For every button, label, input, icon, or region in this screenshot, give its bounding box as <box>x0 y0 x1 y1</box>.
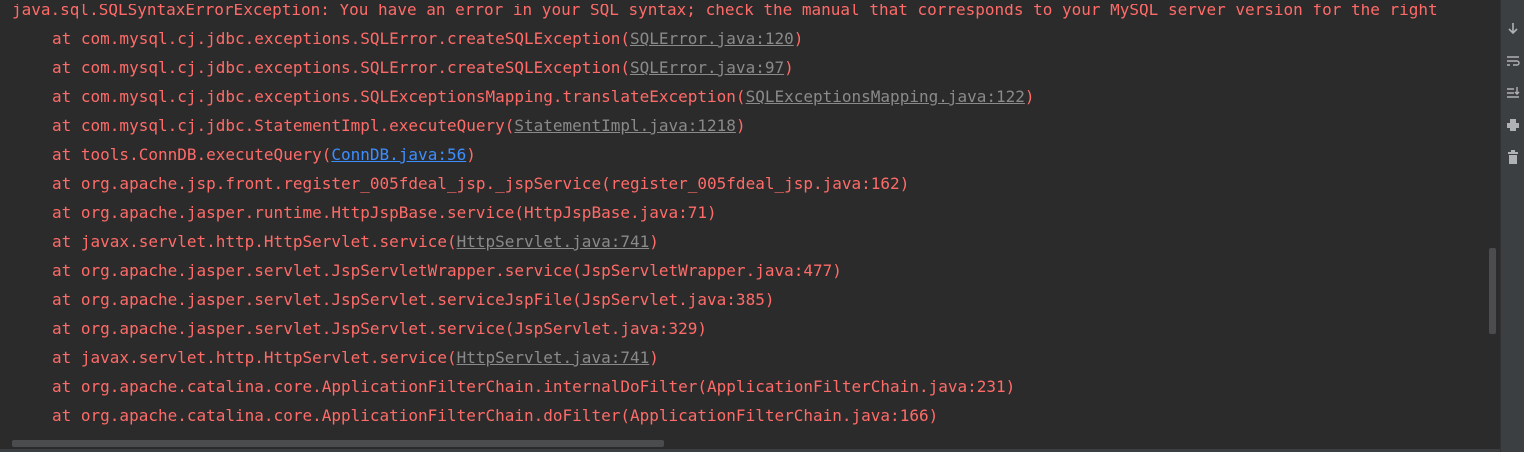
stack-frame: at org.apache.jasper.servlet.JspServlet.… <box>52 319 708 338</box>
horizontal-scrollbar-thumb[interactable] <box>12 440 664 447</box>
source-link[interactable]: StatementImpl.java:1218 <box>514 116 736 135</box>
console-side-toolbar <box>1500 0 1524 452</box>
source-link[interactable]: HttpServlet.java:741 <box>457 348 650 367</box>
source-link[interactable]: ConnDB.java:56 <box>331 145 466 164</box>
source-link[interactable]: SQLExceptionsMapping.java:122 <box>746 87 1025 106</box>
stack-frame: at org.apache.jasper.servlet.JspServlet.… <box>52 290 775 309</box>
stack-frame: at org.apache.jsp.front.register_005fdea… <box>52 174 910 193</box>
source-link[interactable]: SQLError.java:97 <box>630 58 784 77</box>
soft-wrap-icon[interactable] <box>1504 52 1522 70</box>
source-link[interactable]: HttpServlet.java:741 <box>457 232 650 251</box>
stack-trace: java.sql.SQLSyntaxErrorException: You ha… <box>0 0 1490 430</box>
vertical-scrollbar[interactable] <box>1486 0 1498 440</box>
scroll-to-end-icon[interactable] <box>1504 84 1522 102</box>
stack-frame: at org.apache.catalina.core.ApplicationF… <box>52 406 939 425</box>
stack-frame: at tools.ConnDB.executeQuery(ConnDB.java… <box>52 145 476 164</box>
print-icon[interactable] <box>1504 116 1522 134</box>
stack-frame: at javax.servlet.http.HttpServlet.servic… <box>52 232 659 251</box>
horizontal-scrollbar[interactable] <box>0 437 1490 449</box>
stack-frame: at org.apache.catalina.core.ApplicationF… <box>52 377 1016 396</box>
stack-frame: at javax.servlet.http.HttpServlet.servic… <box>52 348 659 367</box>
scroll-down-arrow-icon[interactable] <box>1504 20 1522 38</box>
clipped-line-fragment <box>0 0 1490 4</box>
stack-frame: at com.mysql.cj.jdbc.exceptions.SQLExcep… <box>52 87 1035 106</box>
stack-frame: at org.apache.jasper.runtime.HttpJspBase… <box>52 203 717 222</box>
stack-frame: at com.mysql.cj.jdbc.exceptions.SQLError… <box>52 29 804 48</box>
source-link[interactable]: SQLError.java:120 <box>630 29 794 48</box>
console-output: java.sql.SQLSyntaxErrorException: You ha… <box>0 0 1500 452</box>
stack-frame: at com.mysql.cj.jdbc.StatementImpl.execu… <box>52 116 746 135</box>
trash-icon[interactable] <box>1504 148 1522 166</box>
stack-frame: at com.mysql.cj.jdbc.exceptions.SQLError… <box>52 58 794 77</box>
vertical-scrollbar-thumb[interactable] <box>1489 248 1496 334</box>
stack-frame: at org.apache.jasper.servlet.JspServletW… <box>52 261 842 280</box>
